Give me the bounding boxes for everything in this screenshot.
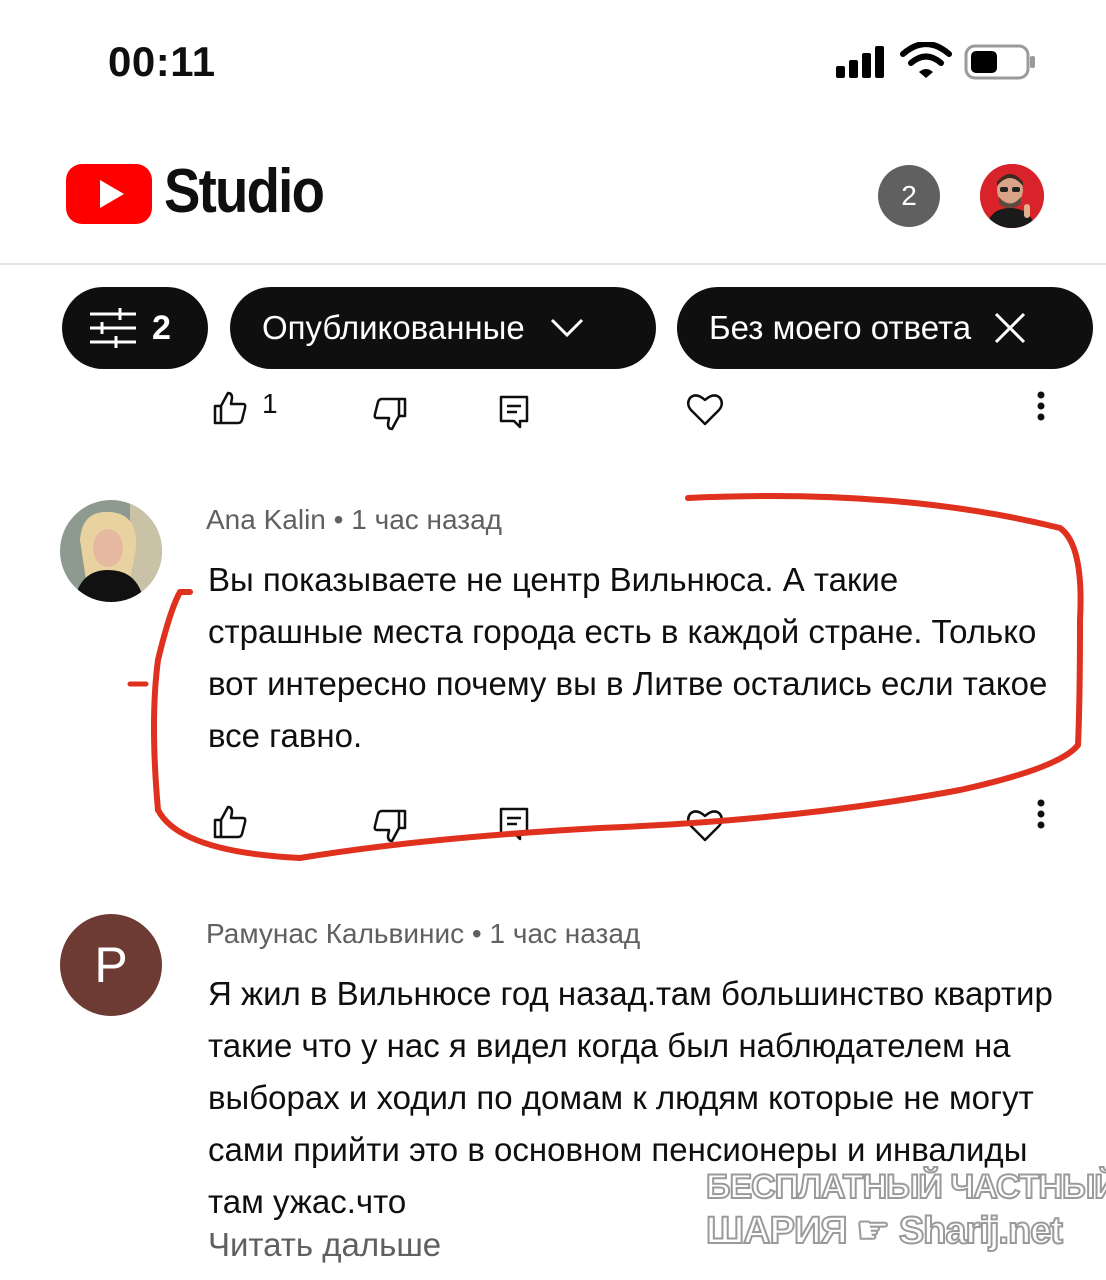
heart-icon[interactable] (686, 390, 724, 428)
filter-count: 2 (152, 308, 171, 347)
battery-icon (964, 44, 1035, 80)
previous-comment-actions: 1 (0, 388, 1106, 448)
dislike-icon[interactable] (372, 396, 408, 432)
studio-wordmark: Studio (164, 157, 325, 226)
app-header: Studio 2 (0, 140, 1106, 265)
commenter-avatar[interactable]: P (60, 914, 162, 1016)
watermark-line2: ШАРИЯ ☛ Sharij.net (705, 1208, 1064, 1253)
comment-actions (0, 799, 1106, 862)
published-filter-chip[interactable]: Опубликованные (230, 287, 656, 369)
comment-item: Ana Kalin • 1 час назад Вы показываете н… (0, 500, 1106, 843)
comment-time: 1 час назад (351, 504, 503, 535)
watermark-line1: БЕСПЛАТНЫЙ ЧАСТНЫЙ (705, 1167, 1106, 1207)
commenter-photo-icon (60, 500, 162, 602)
sliders-icon (90, 308, 136, 348)
filter-settings-chip[interactable]: 2 (62, 287, 208, 369)
more-options-icon[interactable] (1036, 390, 1046, 422)
read-more-link[interactable]: Читать дальше (208, 1226, 441, 1264)
notifications-button[interactable]: 2 (878, 165, 940, 227)
comment-author[interactable]: Рамунас Кальвинис (206, 918, 464, 949)
more-options-icon[interactable] (1036, 798, 1046, 830)
cellular-signal-icon (836, 46, 884, 78)
comment-text: Вы показываете не центр Вильнюса. А таки… (208, 561, 1048, 754)
like-icon[interactable] (212, 390, 248, 426)
meta-separator: • (333, 504, 344, 535)
close-icon[interactable] (993, 311, 1027, 345)
reply-icon[interactable] (498, 806, 530, 842)
comment-time: 1 час назад (489, 918, 641, 949)
published-filter-label: Опубликованные (262, 309, 525, 346)
chevron-down-icon (550, 318, 583, 338)
dislike-icon[interactable] (372, 808, 408, 844)
comment-author[interactable]: Ana Kalin (206, 504, 326, 535)
account-photo-icon (980, 164, 1044, 228)
no-reply-filter-chip[interactable]: Без моего ответа (677, 287, 1093, 369)
avatar-letter: P (94, 937, 128, 993)
status-time: 00:11 (108, 38, 216, 85)
like-count: 1 (262, 388, 278, 419)
no-reply-filter-label: Без моего ответа (709, 309, 972, 346)
comment-meta: Ana Kalin • 1 час назад (206, 504, 502, 536)
status-bar: 00:11 (0, 0, 1106, 120)
youtube-logo-icon[interactable] (66, 164, 152, 224)
watermark-name: ШАРИЯ (705, 1209, 849, 1253)
notifications-count: 2 (901, 180, 917, 211)
comment-meta: Рамунас Кальвинис • 1 час назад (206, 918, 640, 950)
pointing-hand-icon: ☛ (855, 1209, 891, 1253)
like-icon[interactable] (212, 804, 248, 840)
commenter-avatar[interactable] (60, 500, 162, 602)
heart-icon[interactable] (686, 806, 724, 844)
watermark-logo: БЕСПЛАТНЫЙ ЧАСТНЫЙ ШАРИЯ ☛ Sharij.net (705, 1167, 1106, 1258)
watermark-site: Sharij.net (898, 1209, 1064, 1253)
reply-icon[interactable] (498, 394, 530, 430)
account-avatar[interactable] (980, 164, 1044, 228)
wifi-icon (900, 42, 952, 78)
meta-separator: • (471, 918, 482, 949)
